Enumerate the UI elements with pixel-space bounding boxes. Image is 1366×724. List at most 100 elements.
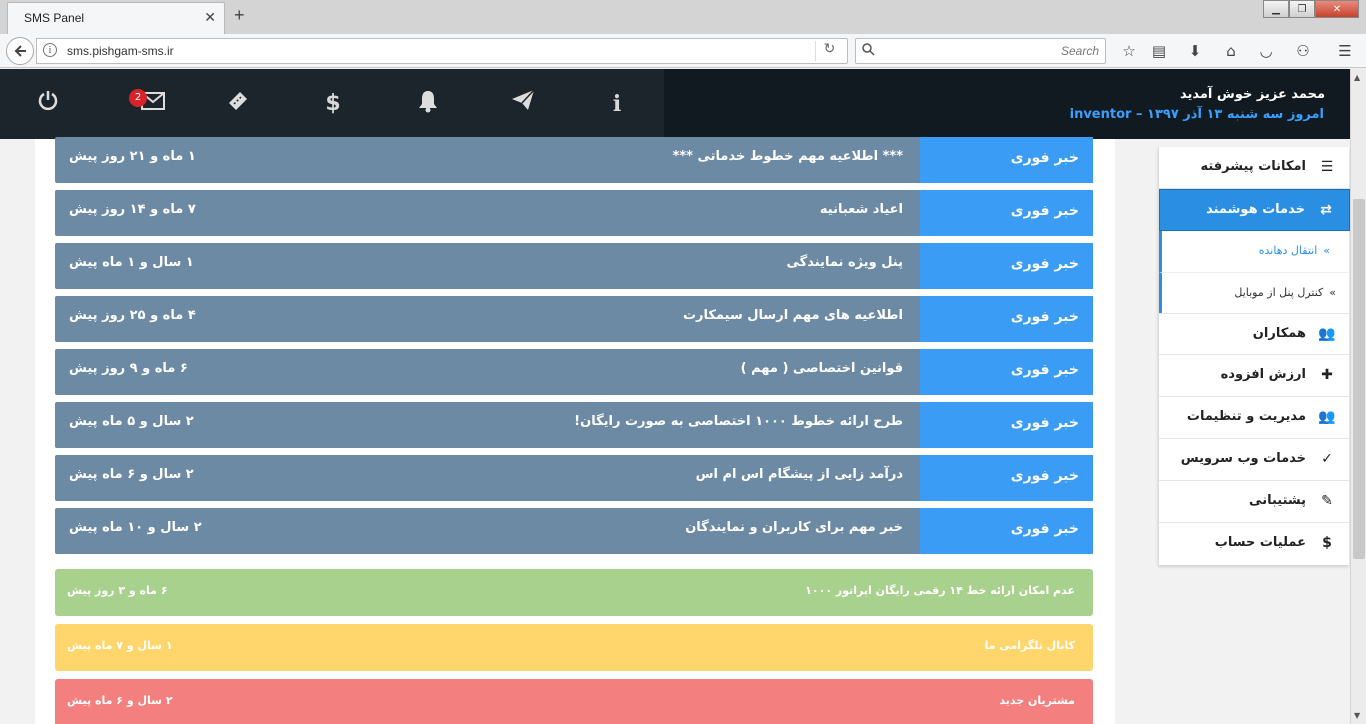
sidebar-item-colleagues[interactable]: 👥 همکاران — [1159, 313, 1350, 355]
alert-warning[interactable]: کانال تلگرامی ما ۱ سال و ۷ ماه پیش — [55, 624, 1093, 671]
reading-list-icon[interactable]: ▤ — [1146, 39, 1172, 63]
new-tab-button[interactable]: + — [234, 5, 245, 26]
news-title[interactable]: اطلاعیه های مهم ارسال سیمکارت — [683, 308, 903, 323]
sidebar-item-label: پشتیبانی — [1249, 493, 1306, 508]
separator: – — [1131, 107, 1148, 122]
dollar-icon: $ — [1322, 535, 1332, 551]
home-icon[interactable]: ⌂ — [1218, 39, 1244, 63]
news-time: ۱ سال و ۱ ماه پیش — [69, 255, 194, 270]
sidebar-item-support[interactable]: ✎ پشتیبانی — [1159, 481, 1350, 523]
news-time: ۲ سال و ۵ ماه پیش — [69, 414, 194, 429]
list-icon: ☰ — [1320, 159, 1334, 175]
sidebar-subitem-transfer[interactable]: » انتقال دهانده — [1159, 231, 1350, 272]
news-tag: خبر فوری — [920, 349, 1093, 395]
sidebar-subitem-mobile-control[interactable]: » کنترل پنل از موبایل — [1159, 272, 1350, 313]
users-icon: 👥 — [1318, 326, 1336, 342]
maximize-button[interactable]: ❐ — [1289, 0, 1315, 18]
tab-close-icon[interactable]: ✕ — [204, 10, 216, 26]
user-panel — [664, 69, 1350, 139]
news-time: ۶ ماه و ۹ روز پیش — [69, 361, 188, 376]
news-tag: خبر فوری — [920, 455, 1093, 501]
sidebar-item-label: همکاران — [1252, 326, 1306, 341]
news-time: ۷ ماه و ۱۴ روز پیش — [69, 202, 196, 217]
info-icon[interactable]: i — [43, 43, 57, 57]
news-tag: خبر فوری — [920, 243, 1093, 289]
news-tag: خبر فوری — [920, 402, 1093, 448]
plus-square-icon: ✚ — [1321, 367, 1333, 383]
news-time: ۱ ماه و ۲۱ روز پیش — [69, 149, 196, 164]
scrollbar-thumb[interactable] — [1353, 199, 1365, 559]
page: 2 $ i محمد عزیز خوش آمدید امروز سه شنبه … — [0, 69, 1350, 724]
reload-icon[interactable]: ↻ — [815, 41, 843, 61]
username[interactable]: inventor — [1070, 107, 1132, 122]
news-row[interactable]: خبر فوری *** اطلاعیه مهم خطوط خدماتی ***… — [55, 137, 1093, 183]
news-tag: خبر فوری — [920, 190, 1093, 236]
sidebar-item-account[interactable]: $ عملیات حساب — [1159, 523, 1350, 565]
news-tag: خبر فوری — [920, 137, 1093, 183]
news-tag: خبر فوری — [920, 508, 1093, 554]
check-circle-icon: ✓ — [1321, 451, 1333, 467]
news-row[interactable]: خبر فوری اعیاد شعبانیه ۷ ماه و ۱۴ روز پی… — [55, 190, 1093, 236]
news-title[interactable]: *** اطلاعیه مهم خطوط خدماتی *** — [673, 149, 903, 164]
sidebar-item-webservice[interactable]: ✓ خدمات وب سرویس — [1159, 439, 1350, 481]
sidebar-item-label: خدمات هوشمند — [1206, 202, 1305, 217]
extension-icon[interactable]: ⚇ — [1290, 39, 1316, 63]
sidebar-item-management[interactable]: 👥 مدیریت و تنظیمات — [1159, 397, 1350, 439]
menu-icon[interactable]: ☰ — [1332, 39, 1358, 63]
news-time: ۴ ماه و ۲۵ روز پیش — [69, 308, 196, 323]
search-placeholder: Search — [1060, 44, 1099, 58]
news-row[interactable]: خبر فوری اطلاعیه های مهم ارسال سیمکارت ۴… — [55, 296, 1093, 342]
sidebar-item-value-added[interactable]: ✚ ارزش افزوده — [1159, 355, 1350, 397]
alert-success[interactable]: عدم امکان ارائه خط ۱۴ رقمی رایگان اپراتو… — [55, 569, 1093, 616]
close-window-button[interactable]: ✕ — [1315, 0, 1359, 18]
date-text: امروز سه شنبه ۱۳ آذر ۱۳۹۷ — [1147, 107, 1324, 122]
message-count-badge: 2 — [129, 89, 147, 107]
user-date-line: امروز سه شنبه ۱۳ آذر ۱۳۹۷ – inventor — [1070, 107, 1324, 122]
bookmark-star-icon[interactable]: ☆ — [1116, 39, 1142, 63]
url-text[interactable]: sms.pishgam-sms.ir — [67, 44, 174, 58]
news-row[interactable]: خبر فوری طرح ارائه خطوط ۱۰۰۰ اختصاصی به … — [55, 402, 1093, 448]
news-title[interactable]: قوانین اختصاصی ( مهم ) — [741, 361, 903, 376]
info-icon[interactable]: i — [602, 89, 632, 119]
browser-tabbar: SMS Panel ✕ + ▁ ❐ ✕ — [0, 0, 1366, 34]
alert-title[interactable]: عدم امکان ارائه خط ۱۴ رقمی رایگان اپراتو… — [805, 584, 1075, 597]
minimize-button[interactable]: ▁ — [1263, 0, 1289, 18]
welcome-text: محمد عزیز خوش آمدید — [1179, 87, 1325, 102]
sidebar-item-label: امکانات پیشرفته — [1200, 159, 1306, 174]
pocket-icon[interactable]: ◡ — [1253, 39, 1279, 63]
ticket-icon: ✎ — [1321, 493, 1333, 509]
alert-title[interactable]: مشتریان جدید — [999, 694, 1075, 707]
news-title[interactable]: پنل ویژه نمایندگی — [787, 255, 903, 270]
paper-plane-icon[interactable] — [508, 89, 538, 119]
page-scrollbar[interactable]: ▲ ▼ — [1350, 69, 1366, 724]
search-bar[interactable]: Search — [855, 38, 1106, 64]
chevron-icon: » — [1323, 244, 1330, 257]
news-title[interactable]: خبر مهم برای کاربران و نمایندگان — [685, 520, 903, 535]
download-icon[interactable]: ⬇ — [1182, 39, 1208, 63]
news-title[interactable]: درآمد زایی از پیشگام اس ام اس — [696, 467, 903, 482]
ticket-icon[interactable] — [223, 89, 253, 119]
dollar-icon[interactable]: $ — [318, 89, 348, 119]
power-icon[interactable] — [33, 89, 63, 119]
sidebar-item-smart-services[interactable]: ⇄ خدمات هوشمند — [1159, 189, 1350, 231]
alert-danger[interactable]: مشتریان جدید ۲ سال و ۶ ماه پیش — [55, 679, 1093, 724]
sidebar-menu: ☰ امکانات پیشرفته ⇄ خدمات هوشمند » انتقال… — [1158, 147, 1350, 565]
back-button[interactable] — [6, 37, 34, 65]
news-row[interactable]: خبر فوری قوانین اختصاصی ( مهم ) ۶ ماه و … — [55, 349, 1093, 395]
news-row[interactable]: خبر فوری درآمد زایی از پیشگام اس ام اس ۲… — [55, 455, 1093, 501]
alert-time: ۲ سال و ۶ ماه پیش — [67, 694, 173, 707]
scroll-up-icon[interactable]: ▲ — [1354, 73, 1360, 82]
news-time: ۲ سال و ۱۰ ماه پیش — [69, 520, 202, 535]
scroll-down-icon[interactable]: ▼ — [1354, 711, 1360, 720]
news-title[interactable]: طرح ارائه خطوط ۱۰۰۰ اختصاصی به صورت رایگ… — [574, 414, 903, 429]
alert-title[interactable]: کانال تلگرامی ما — [984, 639, 1075, 652]
news-row[interactable]: خبر فوری خبر مهم برای کاربران و نمایندگا… — [55, 508, 1093, 554]
address-bar[interactable]: i sms.pishgam-sms.ir ↻ — [36, 38, 848, 64]
bell-icon[interactable] — [413, 89, 443, 119]
news-row[interactable]: خبر فوری پنل ویژه نمایندگی ۱ سال و ۱ ماه… — [55, 243, 1093, 289]
browser-tab[interactable]: SMS Panel ✕ — [7, 2, 225, 34]
sidebar-item-advanced[interactable]: ☰ امکانات پیشرفته — [1159, 147, 1350, 189]
news-title[interactable]: اعیاد شعبانیه — [820, 202, 903, 217]
sidebar-item-label: عملیات حساب — [1214, 535, 1306, 550]
chevron-icon: » — [1329, 286, 1336, 299]
